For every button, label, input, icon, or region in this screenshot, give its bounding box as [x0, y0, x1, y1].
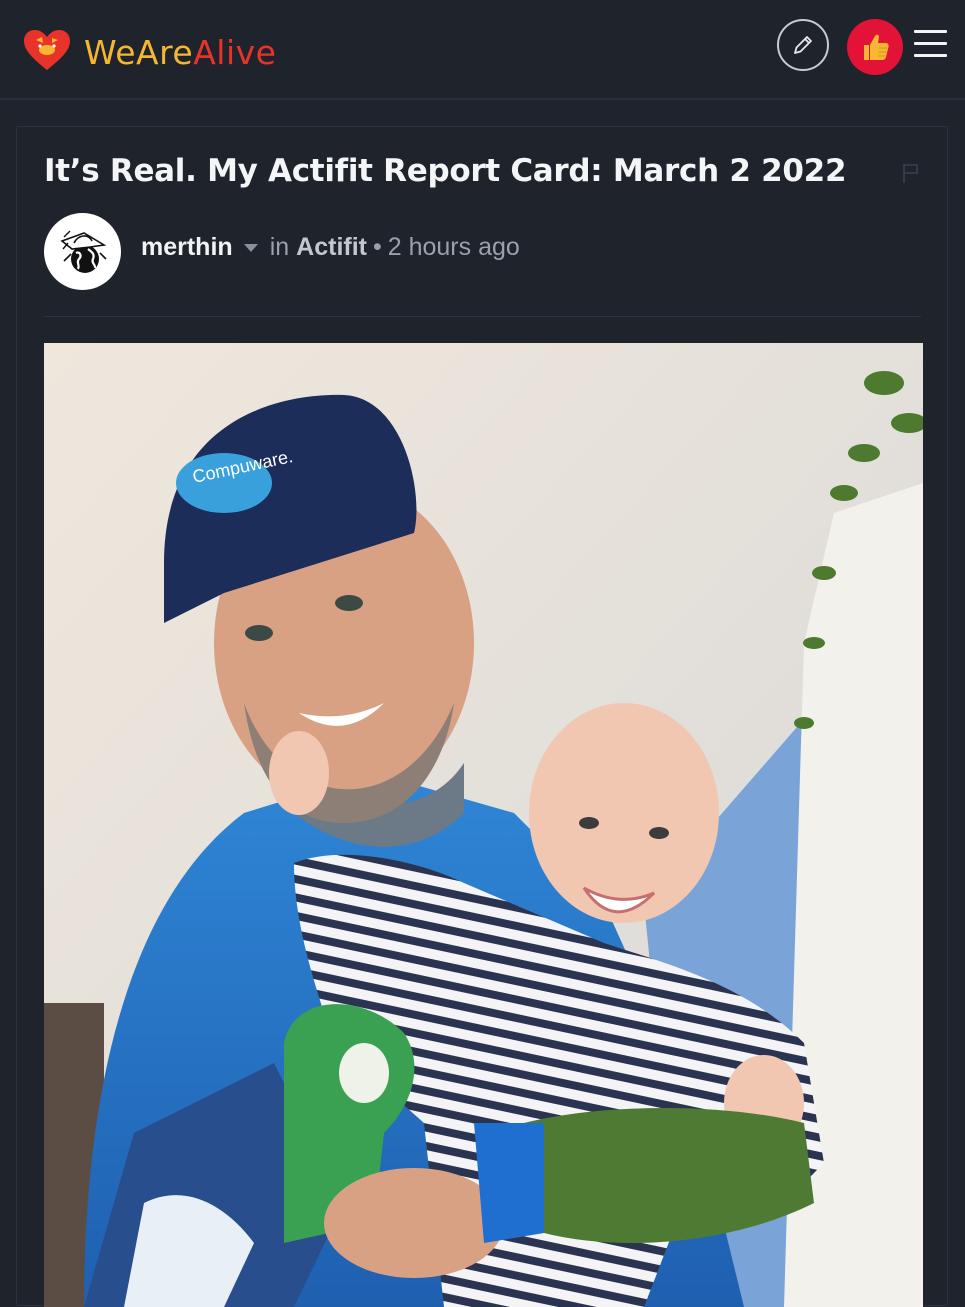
menu-bar	[914, 42, 947, 45]
chevron-down-icon[interactable]	[243, 243, 258, 252]
author-avatar[interactable]	[44, 213, 121, 290]
brand-name-part1: WeAre	[84, 33, 194, 72]
post-timestamp: 2 hours ago	[387, 233, 520, 261]
in-label: in	[269, 233, 290, 261]
flag-icon[interactable]	[901, 162, 921, 184]
post-image[interactable]: Compuware.	[44, 343, 923, 1307]
post-meta: merthin in Actifit • 2 hours ago	[141, 233, 520, 262]
post-title: It’s Real. My Actifit Report Card: March…	[44, 153, 847, 189]
globe-hat-avatar-icon	[59, 230, 107, 273]
main-menu-button[interactable]	[914, 30, 950, 62]
divider	[44, 316, 921, 317]
post-card: It’s Real. My Actifit Report Card: March…	[16, 126, 948, 1307]
meta-separator: •	[372, 233, 382, 261]
brand-name[interactable]: WeAreAlive	[84, 33, 276, 72]
post-photo-illustration: Compuware.	[44, 343, 923, 1307]
wearealive-logo-icon[interactable]	[22, 28, 72, 72]
top-navbar: WeAreAlive	[0, 0, 965, 100]
pencil-icon	[794, 36, 812, 54]
brand-name-part2: Alive	[193, 33, 277, 72]
upvote-button[interactable]	[847, 19, 903, 75]
community-link[interactable]: Actifit	[296, 233, 367, 262]
author-name[interactable]: merthin	[141, 233, 233, 262]
thumbs-up-icon	[864, 34, 889, 60]
write-post-button[interactable]	[777, 19, 829, 71]
menu-bar	[914, 30, 947, 33]
menu-bar	[914, 54, 947, 57]
